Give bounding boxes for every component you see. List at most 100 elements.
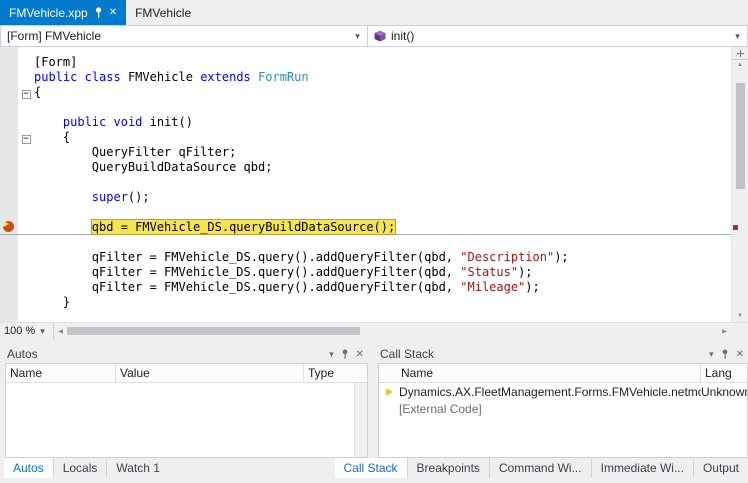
gutter-cell[interactable]	[0, 144, 18, 159]
scroll-right-icon[interactable]: ▶	[718, 328, 731, 335]
tool-tab-output[interactable]: Output	[693, 458, 748, 478]
callstack-titlebar[interactable]: Call Stack ▾ ✕	[373, 345, 748, 363]
zoom-value: 100 %	[4, 325, 35, 337]
tool-tab-breakpoints[interactable]: Breakpoints	[407, 458, 489, 478]
column-header-value[interactable]: Value	[116, 364, 304, 382]
callstack-frame-row[interactable]: [External Code]	[379, 400, 747, 417]
code-text: qFilter = FMVehicle_DS.query().addQueryF…	[34, 280, 540, 294]
fold-margin-cell[interactable]: −	[18, 85, 34, 99]
code-line[interactable]	[0, 234, 731, 249]
close-icon[interactable]: ✕	[736, 350, 744, 359]
code-text: {	[34, 85, 41, 99]
code-token: extends	[200, 70, 251, 84]
code-line[interactable]	[0, 99, 731, 114]
column-header-name[interactable]: Name	[379, 364, 701, 382]
scroll-down-icon[interactable]: ▼	[732, 311, 748, 322]
code-line[interactable]: public class FMVehicle extends FormRun	[0, 69, 731, 84]
code-line[interactable]: qbd = FMVehicle_DS.queryBuildDataSource(…	[0, 219, 731, 234]
current-statement-marker[interactable]	[0, 219, 18, 234]
collapse-region-icon[interactable]: −	[22, 90, 31, 99]
code-line[interactable]: qFilter = FMVehicle_DS.query().addQueryF…	[0, 249, 731, 264]
code-line[interactable]: [Form]	[0, 54, 731, 69]
navigation-bar: [Form] FMVehicle ▾ init() ▾	[0, 25, 748, 47]
code-line[interactable]: public void init()	[0, 114, 731, 129]
code-line[interactable]: QueryFilter qFilter;	[0, 144, 731, 159]
autos-titlebar[interactable]: Autos ▾ ✕	[0, 345, 368, 363]
window-position-icon[interactable]: ▾	[709, 350, 714, 359]
split-handle-icon[interactable]	[732, 47, 748, 60]
tab-fmvehicle-xpp[interactable]: FMVehicle.xpp ✕	[0, 0, 126, 25]
gutter-cell[interactable]	[0, 174, 18, 189]
code-line[interactable]: − {	[0, 129, 731, 144]
window-position-icon[interactable]: ▾	[329, 350, 334, 359]
tool-tab-immediate-wi[interactable]: Immediate Wi...	[591, 458, 693, 478]
vertical-scrollbar[interactable]: ▲ ▼	[731, 47, 748, 322]
vertical-scroll-track[interactable]	[732, 71, 748, 311]
column-header-lang[interactable]: Lang	[701, 364, 747, 382]
code-line[interactable]: super();	[0, 189, 731, 204]
callstack-list[interactable]: Dynamics.AX.FleetManagement.Forms.FMVehi…	[379, 383, 747, 457]
horizontal-scrollbar[interactable]: ◀ ▶	[54, 323, 731, 339]
autos-scrollbar[interactable]	[354, 383, 367, 457]
gutter-cell[interactable]	[0, 189, 18, 204]
gutter-cell[interactable]	[0, 264, 18, 279]
horizontal-scroll-thumb[interactable]	[67, 327, 360, 335]
zoom-control[interactable]: 100 % ▾	[0, 323, 54, 339]
close-icon[interactable]: ✕	[356, 350, 364, 359]
chevron-down-icon[interactable]: ▾	[730, 31, 745, 42]
code-line[interactable]: }	[0, 294, 731, 309]
gutter-cell[interactable]	[0, 54, 18, 69]
code-text: public void init()	[34, 115, 193, 129]
callstack-grid: Name Lang Dynamics.AX.FleetManagement.Fo…	[378, 363, 748, 458]
code-token: );	[525, 280, 539, 294]
autos-list[interactable]	[6, 383, 367, 457]
type-dropdown[interactable]: [Form] FMVehicle ▾	[0, 25, 368, 47]
code-token: QueryFilter qFilter;	[34, 145, 236, 159]
collapse-region-icon[interactable]: −	[22, 135, 31, 144]
horizontal-scroll-track[interactable]	[67, 323, 718, 339]
code-token: void	[114, 115, 143, 129]
vertical-scroll-thumb[interactable]	[736, 83, 745, 189]
frame-name: [External Code]	[399, 402, 701, 416]
pin-icon[interactable]	[341, 349, 349, 360]
code-token: {	[34, 130, 70, 144]
scroll-left-icon[interactable]: ◀	[54, 328, 67, 335]
tool-tab-command-wi[interactable]: Command Wi...	[489, 458, 591, 478]
tool-tab-locals[interactable]: Locals	[53, 458, 107, 478]
gutter-cell[interactable]	[0, 129, 18, 144]
code-editor[interactable]: [Form]public class FMVehicle extends For…	[0, 47, 731, 322]
close-icon[interactable]: ✕	[109, 8, 117, 18]
pin-icon[interactable]	[94, 7, 103, 19]
gutter-cell[interactable]	[0, 159, 18, 174]
tab-fmvehicle[interactable]: FMVehicle	[126, 0, 200, 25]
pin-icon[interactable]	[721, 349, 729, 360]
gutter-cell[interactable]	[0, 99, 18, 114]
tool-tab-autos[interactable]: Autos	[4, 458, 53, 478]
tool-tab-call-stack[interactable]: Call Stack	[335, 458, 407, 478]
gutter-cell[interactable]	[0, 69, 18, 84]
scroll-up-icon[interactable]: ▲	[732, 60, 748, 71]
tool-tab-watch-1[interactable]: Watch 1	[106, 458, 169, 478]
chevron-down-icon[interactable]: ▾	[350, 31, 365, 42]
gutter-cell[interactable]	[0, 279, 18, 294]
fold-margin-cell[interactable]: −	[18, 130, 34, 144]
gutter-cell[interactable]	[0, 114, 18, 129]
gutter-cell[interactable]	[0, 294, 18, 309]
column-header-name[interactable]: Name	[6, 364, 116, 382]
code-line[interactable]	[0, 204, 731, 219]
code-line[interactable]: qFilter = FMVehicle_DS.query().addQueryF…	[0, 279, 731, 294]
callstack-grid-header: Name Lang	[379, 364, 747, 383]
code-line[interactable]: −{	[0, 84, 731, 99]
gutter-cell[interactable]	[0, 84, 18, 99]
code-line[interactable]: QueryBuildDataSource qbd;	[0, 159, 731, 174]
gutter-cell[interactable]	[0, 234, 18, 249]
callstack-frame-row[interactable]: Dynamics.AX.FleetManagement.Forms.FMVehi…	[379, 383, 747, 400]
column-header-type[interactable]: Type	[304, 364, 367, 382]
gutter-cell[interactable]	[0, 249, 18, 264]
gutter-cell[interactable]	[0, 204, 18, 219]
vs-window: FMVehicle.xpp ✕ FMVehicle [Form] FMVehic…	[0, 0, 748, 483]
code-line[interactable]: qFilter = FMVehicle_DS.query().addQueryF…	[0, 264, 731, 279]
code-line[interactable]	[0, 174, 731, 189]
code-token: init()	[142, 115, 193, 129]
member-dropdown[interactable]: init() ▾	[367, 25, 748, 47]
